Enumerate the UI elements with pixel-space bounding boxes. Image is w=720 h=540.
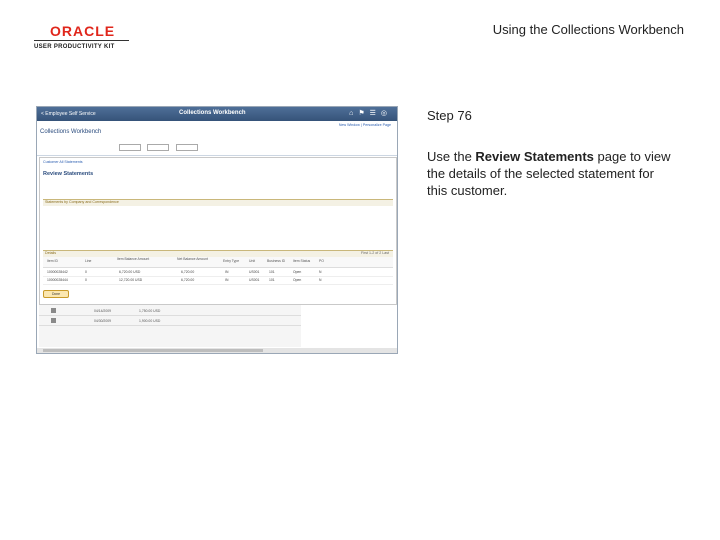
nav-icon[interactable]: ◎ [381, 110, 392, 117]
grid-column-headers: Item ID Line Item Balance Amount Net Bal… [43, 257, 393, 268]
cell: 6,720.00 [181, 278, 195, 282]
list-date: 04/14/2009 [94, 309, 111, 313]
cell[interactable]: 10000028444 [47, 278, 68, 282]
col-header[interactable]: Item Balance Amount [117, 257, 153, 261]
logo-brand: ORACLE [50, 23, 116, 39]
grid-title: Details [45, 251, 56, 255]
header-divider [37, 155, 397, 156]
step-text-bold: Review Statements [475, 149, 594, 164]
cell: N [319, 278, 322, 282]
list-date: 04/30/2009 [94, 319, 111, 323]
col-header[interactable]: Unit [249, 259, 255, 263]
home-icon[interactable]: ⌂ [349, 110, 358, 117]
review-statements-pane: Customer All Statements Review Statement… [39, 157, 397, 305]
col-header[interactable]: Line [85, 259, 91, 263]
col-header[interactable]: PO [319, 259, 324, 263]
cell: Open [293, 278, 302, 282]
list-item[interactable]: 04/14/2009 1,750.00 USD [39, 307, 301, 316]
step-text-before: Use the [427, 149, 476, 164]
col-header[interactable]: Entry Type [223, 259, 239, 263]
list-item[interactable]: 04/30/2009 1,900.00 USD [39, 317, 301, 326]
scrollbar-thumb[interactable] [43, 349, 263, 352]
col-header[interactable]: Business ID [267, 259, 285, 263]
statements-group-bar: Statements by Company and Correspondence [43, 199, 393, 206]
filter-field-3[interactable] [175, 144, 198, 151]
done-button[interactable]: Done [43, 290, 69, 298]
table-row[interactable]: 10000028442 0 6,720.00 USD 6,720.00 IN U… [43, 269, 393, 277]
details-grid-header: Details First 1-2 of 2 Last [43, 250, 393, 257]
statement-list: 04/14/2009 1,750.00 USD 04/30/2009 1,900… [39, 305, 301, 347]
app-header-bar: < Employee Self Service Collections Work… [37, 107, 397, 121]
cell: 0 [85, 278, 87, 282]
header-icons: ⌂⚑☰◎ [349, 109, 392, 117]
step-instruction: Use the Review Statements page to view t… [427, 148, 677, 199]
col-header[interactable]: Item Status [293, 259, 310, 263]
review-title: Review Statements [43, 171, 94, 177]
document-icon[interactable] [51, 318, 56, 323]
horizontal-scrollbar[interactable] [37, 348, 397, 353]
table-row[interactable]: 10000028444 0 12,720.00 USD 6,720.00 IN … [43, 277, 393, 285]
document-icon[interactable] [51, 308, 56, 313]
cell: Open [293, 270, 302, 274]
cell: 6,720.00 USD [119, 270, 141, 274]
cell: N [319, 270, 322, 274]
filter-row [119, 144, 198, 151]
group-bar-title: Statements by Company and Correspondence [45, 200, 119, 204]
header-links[interactable]: New Window | Personalize Page [339, 123, 391, 127]
slide-title: Using the Collections Workbench [492, 22, 684, 37]
nav-back-link[interactable]: < Employee Self Service [41, 111, 96, 117]
cell: IN [225, 270, 229, 274]
col-header[interactable]: Item ID [47, 259, 58, 263]
cell: 6,720.00 [181, 270, 195, 274]
step-label: Step 76 [427, 108, 472, 123]
breadcrumb[interactable]: Customer All Statements [43, 160, 83, 164]
page-title: Collections Workbench [40, 129, 102, 135]
list-amount: 1,900.00 USD [139, 319, 161, 323]
logo-divider [34, 40, 129, 41]
filter-field-1[interactable] [119, 144, 141, 151]
grid-nav[interactable]: First 1-2 of 2 Last [361, 251, 389, 255]
cell: US001 [249, 278, 260, 282]
col-header[interactable]: Net Balance Amount [177, 257, 213, 261]
cell: 101 [269, 278, 275, 282]
cell: 0 [85, 270, 87, 274]
list-amount: 1,750.00 USD [139, 309, 161, 313]
cell: 12,720.00 USD [119, 278, 143, 282]
filter-field-2[interactable] [147, 144, 170, 151]
menu-icon[interactable]: ☰ [370, 110, 381, 117]
cell: 101 [269, 270, 275, 274]
cell: US001 [249, 270, 260, 274]
app-screenshot: < Employee Self Service Collections Work… [36, 106, 398, 354]
cell[interactable]: 10000028442 [47, 270, 68, 274]
flag-icon[interactable]: ⚑ [358, 110, 369, 117]
oracle-upk-logo: ORACLE USER PRODUCTIVITY KIT [34, 24, 129, 51]
header-title: Collections Workbench [179, 110, 246, 116]
cell: IN [225, 278, 229, 282]
logo-product: USER PRODUCTIVITY KIT [34, 44, 115, 50]
